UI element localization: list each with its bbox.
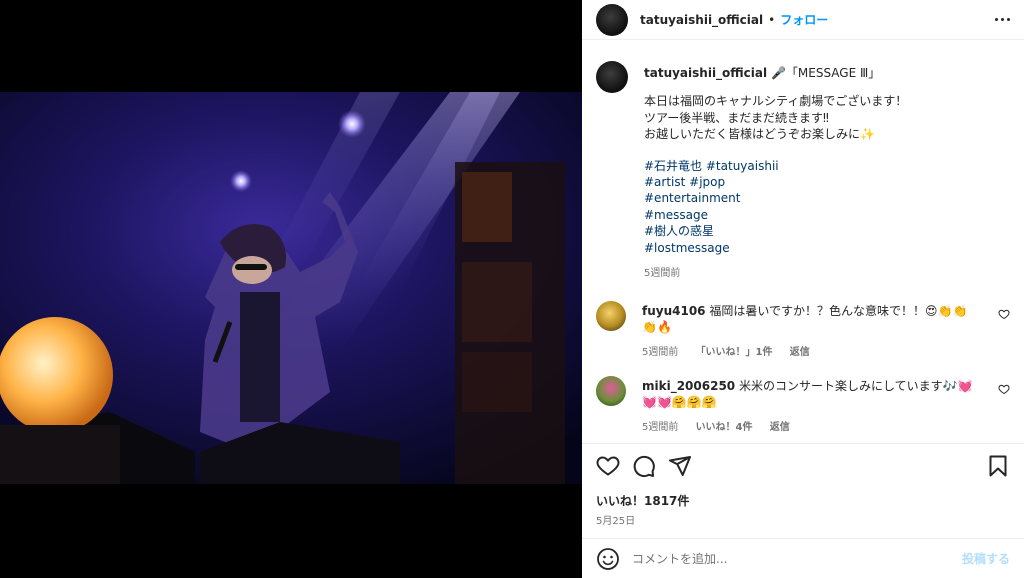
caption-meta: 5週間前 <box>644 264 1004 279</box>
bookmark-icon[interactable] <box>986 454 1010 478</box>
commenter-avatar[interactable] <box>596 375 626 406</box>
header-separator: • <box>768 12 776 27</box>
action-bar: いいね！1817件 5月25日 <box>582 443 1024 537</box>
follow-button[interactable]: フォロー <box>780 11 828 28</box>
caption-line: 本日は福岡のキャナルシティ劇場でございます！ <box>644 94 908 108</box>
hashtag-link[interactable]: #entertainment <box>644 190 1004 206</box>
comment-likes[interactable]: いいね！4件 <box>696 422 753 433</box>
author-username[interactable]: tatuyaishii_official <box>640 13 763 27</box>
comments-section: tatuyaishii_official 🎤「MESSAGE Ⅲ」 本日は福岡の… <box>582 41 1024 442</box>
post-photo[interactable] <box>0 92 582 484</box>
caption-text: 本日は福岡のキャナルシティ劇場でございます！ ツアー後半戦、まだまだ続きます‼︎… <box>644 93 1004 143</box>
comment-input[interactable] <box>632 551 962 566</box>
media-pane <box>0 0 582 578</box>
reply-button[interactable]: 返信 <box>770 422 790 433</box>
comment-likes[interactable]: 「いいね！」1件 <box>696 347 773 358</box>
caption-line: ツアー後半戦、まだまだ続きます‼︎ <box>644 110 829 125</box>
post-header: tatuyaishii_official • フォロー <box>582 0 1024 40</box>
add-comment-bar: 投稿する <box>582 538 1024 578</box>
comment-meta: 5週間前 「いいね！」1件 返信 <box>642 343 982 358</box>
emoji-icon[interactable] <box>596 547 620 571</box>
comment-meta: 5週間前 いいね！4件 返信 <box>642 418 982 433</box>
post-comment-button[interactable]: 投稿する <box>962 550 1010 567</box>
share-icon[interactable] <box>668 454 692 478</box>
post-panel: tatuyaishii_official • フォロー tatuyaishii_… <box>582 0 1024 578</box>
heart-icon[interactable] <box>596 454 620 478</box>
hashtag-link[interactable]: #artist #jpop <box>644 174 1004 190</box>
commenter-avatar[interactable] <box>596 300 626 331</box>
hashtag-link[interactable]: #樹人の惑星 <box>644 223 1004 239</box>
likes-count[interactable]: いいね！1817件 <box>596 492 1010 509</box>
hashtag-link[interactable]: #message <box>644 207 1004 223</box>
caption-time[interactable]: 5週間前 <box>644 268 680 279</box>
author-avatar[interactable] <box>596 3 628 36</box>
caption-avatar[interactable] <box>596 61 628 93</box>
instagram-post-viewer: tatuyaishii_official • フォロー tatuyaishii_… <box>0 0 1024 578</box>
comment-time[interactable]: 5週間前 <box>642 347 678 358</box>
reply-button[interactable]: 返信 <box>790 347 810 358</box>
comment-icon[interactable] <box>632 454 656 478</box>
hashtags: #石井竜也 #tatuyaishii #artist #jpop #entert… <box>644 158 1004 256</box>
post-date[interactable]: 5月25日 <box>596 512 1010 527</box>
more-options-icon[interactable] <box>995 12 1010 27</box>
caption-title: 🎤「MESSAGE Ⅲ」 <box>770 66 881 80</box>
caption: tatuyaishii_official 🎤「MESSAGE Ⅲ」 本日は福岡の… <box>596 61 1010 279</box>
caption-username[interactable]: tatuyaishii_official <box>644 66 767 80</box>
comment-time[interactable]: 5週間前 <box>642 422 678 433</box>
comment: miki_2006250 米米のコンサート楽しみにしています🎶💓💓💓🤗🤗🤗 5週… <box>596 375 1010 433</box>
caption-line: お越しいただく皆様はどうぞお楽しみに✨ <box>644 127 875 141</box>
like-comment-heart-icon[interactable] <box>998 383 1010 395</box>
hashtag-link[interactable]: #lostmessage <box>644 240 1004 256</box>
hashtag-link[interactable]: #石井竜也 #tatuyaishii <box>644 158 1004 174</box>
comment: fuyu4106 福岡は暑いですか！？色んな意味で！！😍👏👏👏🔥 5週間前 「い… <box>596 300 1010 358</box>
commenter-username[interactable]: fuyu4106 <box>642 304 706 318</box>
like-comment-heart-icon[interactable] <box>998 308 1010 320</box>
commenter-username[interactable]: miki_2006250 <box>642 379 735 393</box>
